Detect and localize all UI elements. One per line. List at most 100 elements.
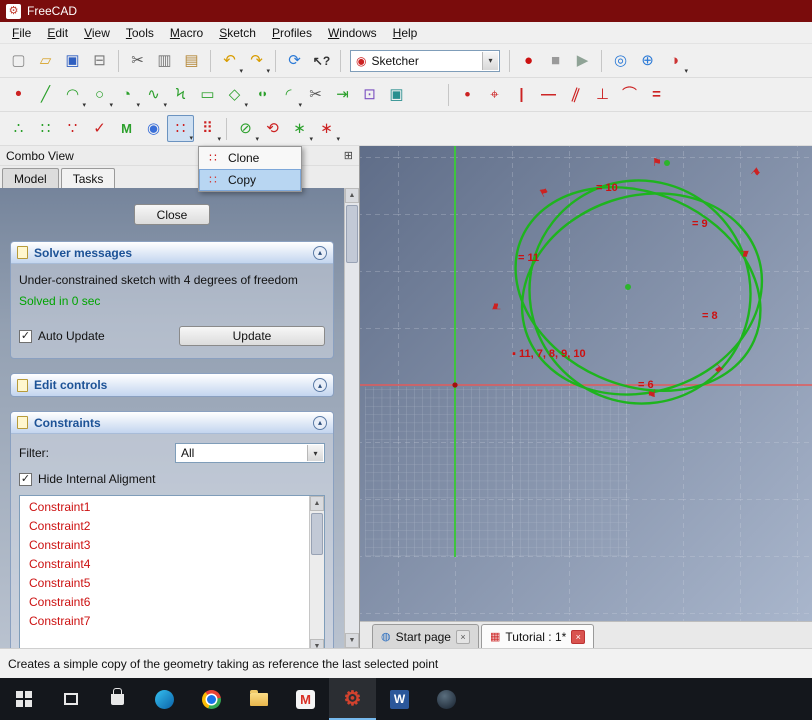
file-explorer-icon[interactable]	[235, 678, 282, 720]
close-button[interactable]: Close	[134, 204, 210, 225]
float-panel-icon[interactable]: ⊞	[344, 149, 353, 162]
constraint-flag-icon[interactable]: ⚑	[492, 302, 503, 312]
constraint-coincident-icon[interactable]: •	[454, 81, 481, 108]
construction-mode-icon[interactable]: ⊘	[232, 115, 259, 142]
whats-this-icon[interactable]: ↖?	[308, 47, 335, 74]
clone-icon[interactable]: ∷	[167, 115, 194, 142]
create-bspline-icon[interactable]: ∿	[140, 81, 167, 108]
menu-item[interactable]: Profiles	[264, 23, 320, 43]
connect-edges-icon[interactable]: ∵	[59, 115, 86, 142]
create-arc-icon[interactable]: ◠	[59, 81, 86, 108]
menu-item[interactable]: Edit	[39, 23, 76, 43]
copy-icon[interactable]: ▥	[151, 47, 178, 74]
virtual-space-icon[interactable]: ⟲	[259, 115, 286, 142]
scrollbar-thumb[interactable]	[311, 513, 323, 555]
solver-messages-header[interactable]: Solver messages	[11, 242, 333, 264]
record-macro-icon[interactable]: ●	[515, 47, 542, 74]
create-line-icon[interactable]: ╱	[32, 81, 59, 108]
auto-update-checkbox[interactable]	[19, 330, 32, 343]
save-icon[interactable]: ▣	[59, 47, 86, 74]
titlebar[interactable]: ⚙ FreeCAD	[0, 0, 812, 22]
zoom-icon[interactable]: ⊕	[634, 47, 661, 74]
constraint-flag-icon[interactable]: ⚑	[647, 386, 657, 397]
constraint-flag-icon[interactable]: ⚑	[737, 249, 748, 259]
constraint-parallel-icon[interactable]: ∥	[562, 81, 589, 108]
scrollbar-thumb[interactable]	[346, 205, 358, 263]
word-icon[interactable]: W	[376, 678, 423, 720]
chrome-icon[interactable]	[188, 678, 235, 720]
paste-icon[interactable]: ▤	[178, 47, 205, 74]
grid-toggle-icon[interactable]: ∗	[286, 115, 313, 142]
snap-toggle-icon[interactable]: ∗	[313, 115, 340, 142]
constraint-label[interactable]: = 10	[596, 182, 618, 194]
combo-view-titlebar[interactable]: Combo View ⊞	[0, 146, 359, 166]
open-file-icon[interactable]: ▱	[32, 47, 59, 74]
constraints-list[interactable]: Constraint1Constraint2Constraint3Constra…	[19, 495, 325, 648]
constraint-list-item[interactable]: Constraint7	[20, 612, 308, 631]
sketch-center-point[interactable]	[625, 284, 631, 290]
scroll-up-icon[interactable]	[345, 188, 359, 203]
constraint-horizontal-icon[interactable]: ―	[535, 81, 562, 108]
create-conic-icon[interactable]: ◔	[113, 81, 140, 108]
constraint-list-item[interactable]: Constraint5	[20, 574, 308, 593]
constraint-list-item[interactable]: Constraint2	[20, 517, 308, 536]
constraint-label[interactable]: = 8	[702, 310, 718, 322]
menu-item[interactable]: File	[4, 23, 39, 43]
create-polyline-icon[interactable]: Ϟ	[167, 81, 194, 108]
constraint-label[interactable]: ▪ 11, 7, 8, 9, 10	[512, 348, 586, 360]
undo-icon[interactable]: ↶	[216, 47, 243, 74]
context-menu-item-clone[interactable]: ∷ Clone	[199, 147, 301, 169]
select-constraints-icon[interactable]: ✓	[86, 115, 113, 142]
collapse-section-icon[interactable]	[313, 246, 327, 260]
menu-item[interactable]: Sketch	[211, 23, 264, 43]
stop-macro-icon[interactable]: ■	[542, 47, 569, 74]
document-tab[interactable]: ▦ Tutorial : 1* ×	[481, 624, 594, 648]
play-macro-icon[interactable]: ▶	[569, 47, 596, 74]
constraint-list-item[interactable]: Constraint3	[20, 536, 308, 555]
constraints-list-scrollbar[interactable]	[309, 496, 324, 648]
chevron-down-icon[interactable]	[482, 52, 498, 70]
combo-view-tab[interactable]: Tasks	[61, 168, 116, 188]
draw-style-icon[interactable]: ◑	[661, 47, 688, 74]
edit-controls-header[interactable]: Edit controls	[11, 374, 333, 396]
constraint-tangent-icon[interactable]: ⌒	[616, 81, 643, 108]
document-tab[interactable]: ◍ Start page ×	[372, 624, 479, 648]
bspline-degree-icon[interactable]: ◉	[140, 115, 167, 142]
edge-icon[interactable]	[141, 678, 188, 720]
constraint-flag-icon[interactable]: ⚑	[652, 158, 662, 169]
show-dof-icon[interactable]: ∴	[5, 115, 32, 142]
collapse-section-icon[interactable]	[313, 416, 327, 430]
constraint-perpendicular-icon[interactable]: ⊥	[589, 81, 616, 108]
create-fillet-icon[interactable]: ◜	[275, 81, 302, 108]
constraint-list-item[interactable]: Constraint4	[20, 555, 308, 574]
constraints-header[interactable]: Constraints	[11, 412, 333, 434]
refresh-icon[interactable]: ⟳	[281, 47, 308, 74]
external-geometry-icon[interactable]: ⊡	[356, 81, 383, 108]
constraint-list-item[interactable]: Constraint1	[20, 498, 308, 517]
tab-close-icon[interactable]: ×	[456, 630, 470, 644]
constraint-list-item[interactable]: Constraint6	[20, 593, 308, 612]
hide-internal-alignment-checkbox[interactable]	[19, 473, 32, 486]
menu-item[interactable]: Help	[385, 23, 426, 43]
workbench-selector[interactable]: ◉ Sketcher	[350, 50, 500, 72]
zoom-fit-icon[interactable]: ◎	[607, 47, 634, 74]
create-rectangle-icon[interactable]: ▭	[194, 81, 221, 108]
carbon-copy-icon[interactable]: ▣	[383, 81, 410, 108]
constraint-equal-icon[interactable]: =	[643, 81, 670, 108]
filter-select[interactable]: All	[175, 443, 325, 463]
close-shape-icon[interactable]: ∷	[32, 115, 59, 142]
create-polygon-icon[interactable]: ◇	[221, 81, 248, 108]
menu-item[interactable]: Tools	[118, 23, 162, 43]
gmail-icon[interactable]: M	[282, 678, 329, 720]
chevron-down-icon[interactable]	[307, 445, 323, 461]
create-slot-icon[interactable]: ◖◗	[248, 81, 275, 108]
symmetry-icon[interactable]: M	[113, 115, 140, 142]
menu-item[interactable]: Macro	[162, 23, 211, 43]
start-button[interactable]	[0, 678, 47, 720]
extend-edge-icon[interactable]: ⇥	[329, 81, 356, 108]
scroll-up-icon[interactable]	[310, 496, 324, 511]
new-file-icon[interactable]: ▢	[5, 47, 32, 74]
menu-item[interactable]: Windows	[320, 23, 385, 43]
store-icon[interactable]	[94, 678, 141, 720]
constraint-label[interactable]: = 11	[518, 252, 539, 264]
